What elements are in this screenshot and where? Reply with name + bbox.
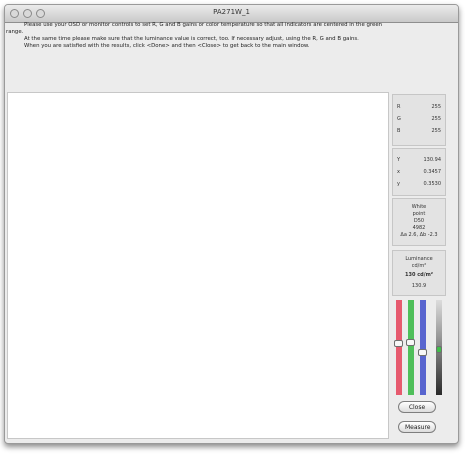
g-label: G <box>397 116 401 122</box>
r-label: R <box>397 104 401 110</box>
r-row: R 255 <box>397 104 441 112</box>
white-point-line-1: White <box>411 204 427 210</box>
white-point-line-2: point <box>412 211 426 217</box>
yxy-panel: Y 130.94 x 0.3457 y 0.3530 <box>392 148 446 196</box>
luminance-value: 130.9 <box>411 283 427 289</box>
r-value: 255 <box>431 104 441 110</box>
instruction-paragraph-3: When you are satisfied with the results,… <box>24 43 310 49</box>
Y-row: Y 130.94 <box>397 157 441 165</box>
x-value: 0.3457 <box>423 169 442 175</box>
b-value: 255 <box>431 128 441 134</box>
luminance-target: 130 cd/m² <box>405 272 433 278</box>
rgb-panel: R 255 G 255 B 255 <box>392 94 446 146</box>
instruction-paragraph-1: Please use your OSD or monitor controls … <box>6 22 383 35</box>
g-value: 255 <box>431 116 441 122</box>
b-label: B <box>397 128 401 134</box>
close-button[interactable]: Close <box>398 401 436 413</box>
instructions: Please use your OSD or monitor controls … <box>6 22 391 50</box>
Y-label: Y <box>397 157 401 163</box>
white-point-delta: Δa 2.6, Δb -2.3 <box>400 232 438 238</box>
y-row: y 0.3530 <box>397 181 441 189</box>
measure-button[interactable]: Measure <box>398 421 436 433</box>
blue-gain-indicator <box>418 349 427 356</box>
gain-indicators <box>392 300 446 395</box>
b-row: B 255 <box>397 128 441 136</box>
green-gain-bar <box>408 300 414 395</box>
instruction-paragraph-2: At the same time please make sure that t… <box>24 36 359 42</box>
luminance-panel: Luminance cd/m² 130 cd/m² 130.9 <box>392 250 446 296</box>
y-label: y <box>397 181 400 187</box>
blue-gain-bar <box>420 300 426 395</box>
Y-value: 130.94 <box>423 157 442 163</box>
luminance-unit: cd/m² <box>411 263 427 269</box>
luminance-indicator <box>436 346 442 353</box>
white-point-cct: 4982 <box>412 225 426 231</box>
x-row: x 0.3457 <box>397 169 441 177</box>
title-bar: PA271W_1 <box>5 5 458 23</box>
preview-area <box>7 92 389 439</box>
red-gain-indicator <box>394 340 403 347</box>
white-point-standard: D50 <box>413 218 425 224</box>
white-point-panel: White point D50 4982 Δa 2.6, Δb -2.3 <box>392 198 446 246</box>
red-gain-bar <box>396 300 402 395</box>
x-label: x <box>397 169 400 175</box>
window-title: PA271W_1 <box>213 8 250 16</box>
g-row: G 255 <box>397 116 441 124</box>
y-value: 0.3530 <box>423 181 442 187</box>
green-gain-indicator <box>406 339 415 346</box>
luminance-label: Luminance <box>405 256 433 262</box>
